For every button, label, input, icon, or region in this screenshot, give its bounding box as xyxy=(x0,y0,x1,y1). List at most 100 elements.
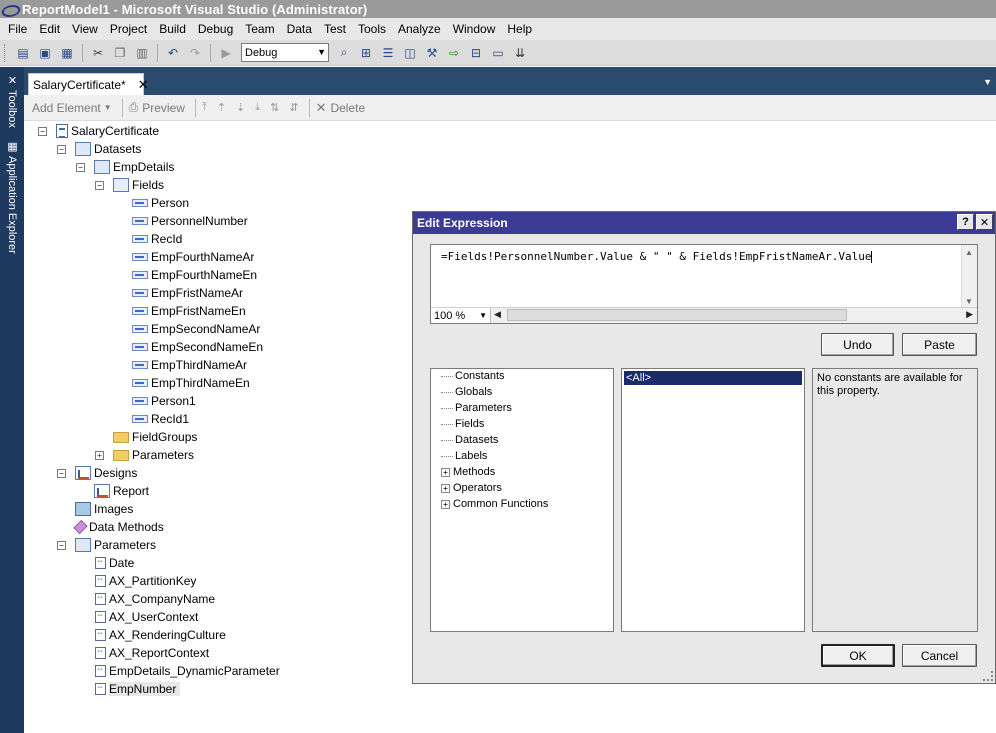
tree-node-field[interactable]: Person1 xyxy=(132,392,196,410)
ok-button[interactable]: OK xyxy=(821,644,895,667)
scroll-thumb[interactable] xyxy=(507,309,847,321)
toolbox-icon[interactable]: ⚒ xyxy=(423,44,441,62)
tree-node-parameters[interactable]: − Parameters xyxy=(57,536,156,554)
menu-tools[interactable]: Tools xyxy=(352,18,392,40)
tree-node-report[interactable]: Report xyxy=(94,482,149,500)
cut-icon[interactable]: ✂ xyxy=(89,44,107,62)
close-icon[interactable]: ✕ xyxy=(138,77,149,93)
tree-node-field[interactable]: EmpFristNameAr xyxy=(132,284,243,302)
move-up-icon[interactable]: ⇡ xyxy=(217,101,226,114)
menu-data[interactable]: Data xyxy=(281,18,318,40)
expand-icon[interactable]: + xyxy=(441,467,450,477)
object-browser-icon[interactable]: ◫ xyxy=(401,44,419,62)
tree-node-parameter[interactable]: AX_RenderingCulture xyxy=(95,626,226,644)
category-parameters[interactable]: Parameters xyxy=(441,402,512,414)
tree-node-root[interactable]: − SalaryCertificate xyxy=(38,122,159,140)
toolbox-tab[interactable]: ✕ Toolbox xyxy=(2,73,22,128)
tree-node-field[interactable]: Person xyxy=(132,194,189,212)
chevron-down-icon[interactable]: ▼ xyxy=(983,77,992,87)
add-element-button[interactable]: Add Element ▼ xyxy=(32,101,112,115)
category-constants[interactable]: Constants xyxy=(441,370,505,382)
resize-grip[interactable] xyxy=(983,671,993,681)
menu-window[interactable]: Window xyxy=(447,18,502,40)
sort-ascending-icon[interactable]: ⇅ xyxy=(270,101,279,114)
category-methods[interactable]: + Methods xyxy=(441,466,495,478)
collapse-icon[interactable]: − xyxy=(57,468,66,478)
toolbar-overflow-icon[interactable]: ⇊ xyxy=(511,44,529,62)
save-all-icon[interactable]: ▦ xyxy=(58,44,76,62)
tree-node-field[interactable]: EmpFourthNameEn xyxy=(132,266,257,284)
collapse-icon[interactable]: − xyxy=(57,540,66,550)
tree-node-field[interactable]: EmpSecondNameEn xyxy=(132,338,263,356)
zoom-select[interactable]: 100 % ▼ xyxy=(431,308,491,323)
dialog-title-bar[interactable]: Edit Expression ? ✕ xyxy=(413,212,995,234)
tree-node-parameter[interactable]: EmpDetails_DynamicParameter xyxy=(95,662,280,680)
start-debug-icon[interactable]: ▶ xyxy=(217,44,235,62)
tree-node-field[interactable]: EmpThirdNameAr xyxy=(132,356,247,374)
expression-text[interactable]: =Fields!PersonnelNumber.Value & " " & Fi… xyxy=(441,250,873,263)
move-top-icon[interactable]: ⤒ xyxy=(202,101,207,114)
properties-icon[interactable]: ☰ xyxy=(379,44,397,62)
tree-node-field[interactable]: EmpFristNameEn xyxy=(132,302,246,320)
cancel-button[interactable]: Cancel xyxy=(902,644,977,667)
class-view-icon[interactable]: ⊟ xyxy=(467,44,485,62)
collapse-icon[interactable]: − xyxy=(95,180,104,190)
scroll-up-icon[interactable]: ▲ xyxy=(965,248,973,257)
horizontal-scrollbar[interactable]: ◀ ▶ xyxy=(491,308,977,323)
help-button[interactable]: ? xyxy=(957,214,974,230)
tree-node-field[interactable]: RecId xyxy=(132,230,182,248)
menu-build[interactable]: Build xyxy=(153,18,192,40)
move-down-icon[interactable]: ⇣ xyxy=(236,101,245,114)
list-item-selected[interactable]: <All> xyxy=(624,371,802,385)
collapse-icon[interactable]: − xyxy=(38,126,47,136)
tree-node-field[interactable]: EmpThirdNameEn xyxy=(132,374,250,392)
tree-node-empdetails[interactable]: − EmpDetails xyxy=(76,158,174,176)
category-common-functions[interactable]: + Common Functions xyxy=(441,498,548,510)
menu-debug[interactable]: Debug xyxy=(192,18,239,40)
toolbar-grip[interactable] xyxy=(4,43,8,62)
item-list[interactable]: <All> xyxy=(621,368,805,632)
tree-node-parameter[interactable]: AX_CompanyName xyxy=(95,590,215,608)
menu-view[interactable]: View xyxy=(66,18,104,40)
paste-icon[interactable]: ▥ xyxy=(133,44,151,62)
save-icon[interactable]: ▣ xyxy=(36,44,54,62)
expand-icon[interactable]: + xyxy=(441,499,450,509)
tree-node-field[interactable]: EmpFourthNameAr xyxy=(132,248,254,266)
preview-button[interactable]: ⎙ Preview xyxy=(129,100,185,115)
tree-node-dataset-parameters[interactable]: + Parameters xyxy=(95,446,194,464)
menu-edit[interactable]: Edit xyxy=(33,18,66,40)
paste-button[interactable]: Paste xyxy=(902,333,977,356)
tree-node-field[interactable]: EmpSecondNameAr xyxy=(132,320,260,338)
expression-editor[interactable]: =Fields!PersonnelNumber.Value & " " & Fi… xyxy=(430,244,978,324)
solution-explorer-icon[interactable]: ⊞ xyxy=(357,44,375,62)
collapse-icon[interactable]: − xyxy=(57,144,66,154)
find-icon[interactable]: ⌕ xyxy=(335,44,353,62)
category-datasets[interactable]: Datasets xyxy=(441,434,498,446)
category-labels[interactable]: Labels xyxy=(441,450,487,462)
new-project-icon[interactable]: ▤ xyxy=(14,44,32,62)
tree-node-designs[interactable]: − Designs xyxy=(57,464,137,482)
scroll-left-icon[interactable]: ◀ xyxy=(494,309,501,320)
undo-button[interactable]: Undo xyxy=(821,333,894,356)
tree-node-parameter-selected[interactable]: EmpNumber xyxy=(95,680,181,698)
expand-icon[interactable]: + xyxy=(441,483,450,493)
menu-team[interactable]: Team xyxy=(239,18,280,40)
tree-node-datasets[interactable]: − Datasets xyxy=(57,140,141,158)
copy-icon[interactable]: ❐ xyxy=(111,44,129,62)
undo-icon[interactable]: ↶ xyxy=(164,44,182,62)
category-tree[interactable]: Constants Globals Parameters Fields Data… xyxy=(430,368,614,632)
delete-button[interactable]: ✕ Delete xyxy=(316,100,366,116)
solution-config-select[interactable]: Debug ▼ xyxy=(241,43,329,62)
move-bottom-icon[interactable]: ⤓ xyxy=(255,101,260,114)
tree-node-images[interactable]: Images xyxy=(75,500,133,518)
tree-node-parameter[interactable]: AX_PartitionKey xyxy=(95,572,196,590)
tree-node-parameter[interactable]: AX_ReportContext xyxy=(95,644,209,662)
collapse-icon[interactable]: − xyxy=(76,162,85,172)
tree-node-field[interactable]: PersonnelNumber xyxy=(132,212,248,230)
menu-test[interactable]: Test xyxy=(318,18,352,40)
menu-project[interactable]: Project xyxy=(104,18,153,40)
menu-help[interactable]: Help xyxy=(501,18,538,40)
close-button[interactable]: ✕ xyxy=(976,214,993,230)
tab-salarycertificate[interactable]: SalaryCertificate* ✕ xyxy=(28,73,149,95)
category-globals[interactable]: Globals xyxy=(441,386,492,398)
